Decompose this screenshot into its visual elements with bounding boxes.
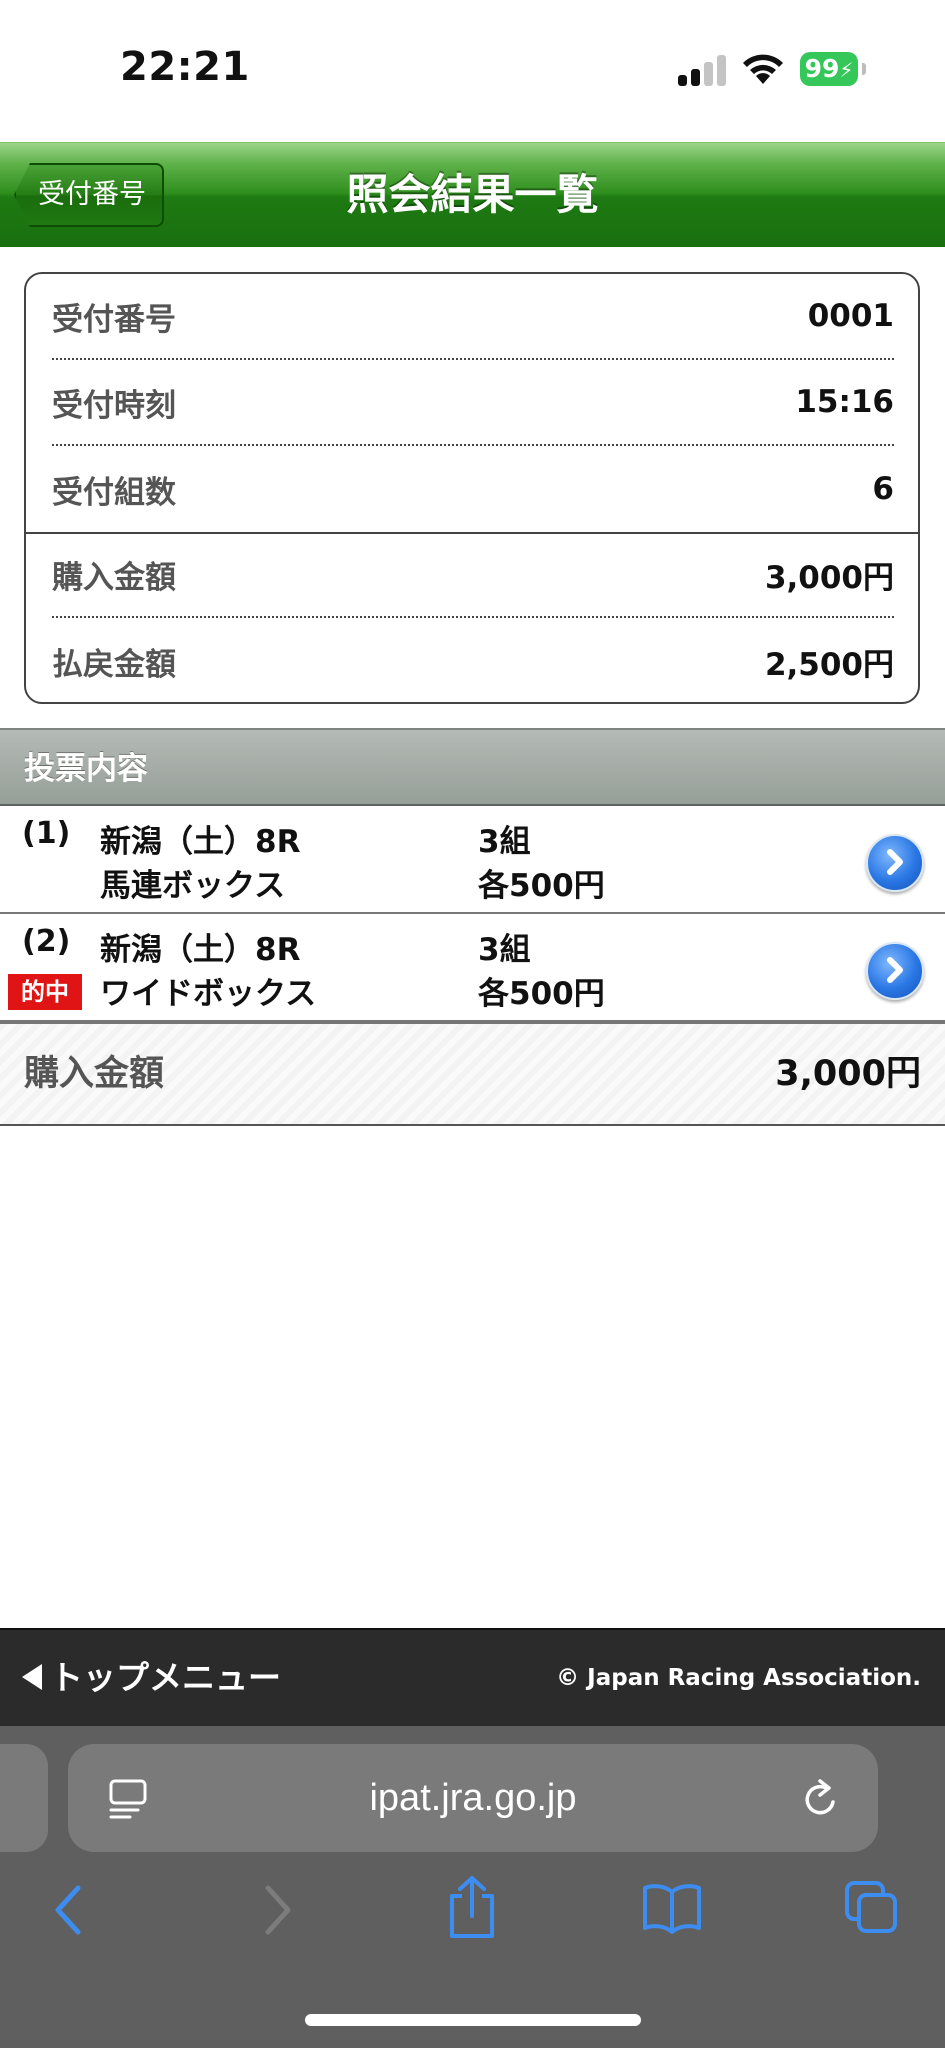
info-row-purchase-amount: 購入金額 3,000円 bbox=[52, 532, 894, 618]
previous-tab-preview[interactable] bbox=[0, 1744, 48, 1852]
info-value: 3,000円 bbox=[764, 559, 894, 596]
home-indicator[interactable] bbox=[305, 2014, 641, 2026]
total-value: 3,000円 bbox=[775, 1054, 921, 1094]
bet-race: 新潟（土）8R bbox=[100, 932, 301, 968]
bet-type: 馬連ボックス bbox=[100, 868, 286, 904]
info-value: 0001 bbox=[807, 298, 894, 334]
top-menu-label: トップメニュー bbox=[50, 1658, 281, 1697]
reload-icon[interactable] bbox=[800, 1776, 842, 1820]
chevron-right-icon bbox=[887, 849, 903, 875]
info-value: 6 bbox=[872, 471, 894, 507]
info-label: 払戻金額 bbox=[52, 646, 176, 683]
battery-level: 99 bbox=[804, 54, 840, 83]
tabs-icon[interactable] bbox=[844, 1880, 900, 1936]
total-row: 購入金額 3,000円 bbox=[0, 1022, 945, 1126]
info-row-receipt-number: 受付番号 0001 bbox=[52, 274, 894, 360]
status-bar: 22:21 99⚡ bbox=[0, 0, 945, 142]
bookmarks-icon[interactable] bbox=[642, 1880, 702, 1934]
info-value: 15:16 bbox=[795, 384, 894, 420]
bet-count: 3組 bbox=[478, 932, 531, 968]
info-label: 受付時刻 bbox=[52, 387, 176, 424]
info-card: 受付番号 0001 受付時刻 15:16 受付組数 6 購入金額 3,000円 … bbox=[24, 272, 920, 704]
wifi-icon bbox=[743, 54, 783, 84]
forward-arrow-icon[interactable] bbox=[256, 1880, 296, 1940]
info-row-receipt-time: 受付時刻 15:16 bbox=[52, 360, 894, 446]
info-value: 2,500円 bbox=[764, 646, 894, 683]
status-time: 22:21 bbox=[120, 44, 250, 90]
nav-header: 照会結果一覧 受付番号 bbox=[0, 142, 945, 247]
info-label: 受付組数 bbox=[52, 474, 176, 511]
browser-chrome: ipat.jra.go.jp bbox=[0, 1726, 945, 2048]
bet-type: ワイドボックス bbox=[100, 976, 317, 1012]
bet-count: 3組 bbox=[478, 824, 531, 860]
info-label: 受付番号 bbox=[52, 301, 176, 338]
info-label: 購入金額 bbox=[52, 559, 176, 596]
chevron-right-icon bbox=[887, 957, 903, 983]
bet-amount: 各500円 bbox=[478, 868, 605, 904]
battery-icon: 99⚡ bbox=[800, 52, 858, 86]
bet-row[interactable]: (1) 新潟（土）8R 馬連ボックス 3組 各500円 bbox=[0, 806, 945, 914]
info-row-payout-amount: 払戻金額 2,500円 bbox=[52, 618, 894, 704]
bet-amount: 各500円 bbox=[478, 976, 605, 1012]
url-text: ipat.jra.go.jp bbox=[369, 1777, 577, 1819]
total-label: 購入金額 bbox=[24, 1054, 165, 1094]
bet-race: 新潟（土）8R bbox=[100, 824, 301, 860]
bet-detail-button[interactable] bbox=[866, 942, 924, 1000]
copyright: © Japan Racing Association. bbox=[556, 1665, 921, 1691]
back-button[interactable]: 受付番号 bbox=[14, 163, 164, 227]
hit-badge: 的中 bbox=[8, 974, 82, 1010]
share-icon[interactable] bbox=[446, 1874, 498, 1940]
battery-tip bbox=[862, 63, 866, 75]
back-triangle-icon bbox=[22, 1663, 42, 1690]
bet-row[interactable]: (2) 的中 新潟（土）8R ワイドボックス 3組 各500円 bbox=[0, 914, 945, 1022]
signal-icon bbox=[678, 52, 728, 86]
top-menu-link[interactable]: トップメニュー bbox=[22, 1630, 281, 1726]
footer-bar: トップメニュー © Japan Racing Association. bbox=[0, 1628, 945, 1728]
section-header-bets: 投票内容 bbox=[0, 728, 945, 806]
back-arrow-icon[interactable] bbox=[50, 1880, 90, 1940]
bet-number: (1) bbox=[22, 816, 71, 851]
url-bar[interactable]: ipat.jra.go.jp bbox=[68, 1744, 878, 1852]
bet-number: (2) bbox=[22, 924, 71, 959]
bet-detail-button[interactable] bbox=[866, 834, 924, 892]
info-row-combination-count: 受付組数 6 bbox=[52, 446, 894, 532]
